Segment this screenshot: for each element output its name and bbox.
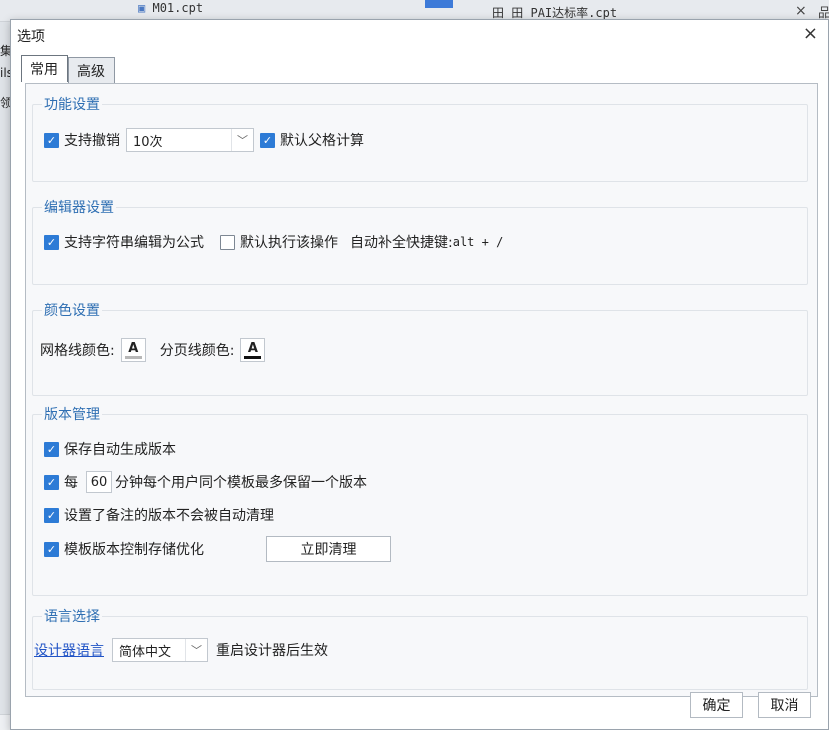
tab-general[interactable]: 常用 [21,55,68,82]
minutes-input[interactable]: 60 [86,471,112,493]
close-icon[interactable]: × [803,23,818,44]
chevron-down-icon: ﹀ [185,639,207,661]
default-execute-label: 默认执行该操作 [240,235,338,251]
designer-language-link[interactable]: 设计器语言 [34,640,104,660]
auto-version-row: ✓ 保存自动生成版本 [44,437,176,461]
page-color-label: 分页线颜色: [159,343,235,359]
language-select-value: 简体中文 [119,644,172,660]
string-as-formula-label: 支持字符串编辑为公式 [64,235,204,251]
storage-opt-label: 模板版本控制存储优化 [64,542,204,558]
language-select[interactable]: 简体中文 ﹀ [112,638,208,662]
cancel-button[interactable]: 取消 [758,692,811,718]
editor-settings-group: 编辑器设置 ✓ 支持字符串编辑为公式 默认执行该操作 自动补全快捷键: alt … [32,197,808,287]
chevron-down-icon: ﹀ [231,129,253,151]
background-file-tab-left[interactable]: ▣ M01.cpt [138,1,203,19]
keep-one-row: ✓ 每 60 分钟每个用户同个模板最多保留一个版本 [44,470,367,494]
keep-one-checkbox[interactable]: ✓ [44,474,59,490]
auto-version-label: 保存自动生成版本 [64,442,176,458]
default-parent-calc-checkbox[interactable]: ✓ [260,132,275,148]
language-group: 语言选择 设计器语言 简体中文 ﹀ 重启设计器后生效 [32,606,808,696]
function-settings-row: ✓ 支持撤销 10次 ﹀ ✓ 默认父格计算 [44,128,364,152]
background-tab-close-icon[interactable]: × [795,3,807,19]
background-app-icon [425,0,453,8]
support-undo-label: 支持撤销 [64,133,120,149]
support-undo-checkbox[interactable]: ✓ [44,132,59,148]
undo-count-value: 10次 [133,134,163,150]
background-file-right-label: PAI达标率.cpt [530,6,618,20]
text-color-icon: A [128,340,139,356]
autocomplete-label: 自动补全快捷键: [350,235,453,251]
restart-hint: 重启设计器后生效 [216,643,328,659]
version-management-group: 版本管理 ✓ 保存自动生成版本 ✓ 每 60 分钟每个用户同个模板最多保留一个版… [32,404,808,596]
general-panel: 功能设置 ✓ 支持撤销 10次 ﹀ ✓ 默认父格计算 编辑器设置 ✓ 支持字符串… [25,83,818,697]
color-settings-title: 颜色设置 [42,300,102,320]
version-management-title: 版本管理 [42,404,102,424]
clean-now-button[interactable]: 立即清理 [266,536,391,562]
grid-icon: 田 田 [492,6,524,20]
options-dialog: 选项 × 常用 高级 功能设置 ✓ 支持撤销 10次 ﹀ ✓ 默认父格计算 编辑… [10,19,829,730]
storage-opt-row: ✓ 模板版本控制存储优化 [44,537,204,561]
grid-color-label: 网格线颜色: [40,343,115,359]
function-settings-title: 功能设置 [42,94,102,114]
page-color-button[interactable]: A [240,338,266,362]
file-icon: ▣ [138,1,146,15]
text-color-icon: A [247,340,258,356]
auto-version-checkbox[interactable]: ✓ [44,441,59,457]
background-file-left-label: M01.cpt [152,1,204,15]
noted-row: ✓ 设置了备注的版本不会被自动清理 [44,503,274,527]
ok-button[interactable]: 确定 [690,692,743,718]
color-settings-group: 颜色设置 网格线颜色: A 分页线颜色: A [32,300,808,396]
noted-not-cleaned-checkbox[interactable]: ✓ [44,507,59,523]
default-parent-calc-label: 默认父格计算 [280,133,364,149]
string-as-formula-checkbox[interactable]: ✓ [44,234,59,250]
noted-not-cleaned-label: 设置了备注的版本不会被自动清理 [64,508,274,524]
grid-color-swatch [124,355,142,359]
language-title: 语言选择 [42,606,102,626]
language-row: 设计器语言 简体中文 ﹀ 重启设计器后生效 [34,638,328,662]
every-label: 每 [64,475,78,491]
default-execute-checkbox[interactable] [220,234,235,250]
storage-opt-checkbox[interactable]: ✓ [44,541,59,557]
editor-settings-title: 编辑器设置 [42,197,116,217]
undo-count-select[interactable]: 10次 ﹀ [126,128,254,152]
keep-one-label: 分钟每个用户同个模板最多保留一个版本 [115,475,367,491]
tab-advanced[interactable]: 高级 [68,57,115,83]
editor-settings-row: ✓ 支持字符串编辑为公式 默认执行该操作 自动补全快捷键: alt + / [44,230,503,254]
page-color-swatch [244,355,262,359]
autocomplete-shortcut: alt + / [452,235,504,249]
dialog-titlebar[interactable]: 选项 × [11,20,828,50]
dialog-title: 选项 [17,29,45,45]
color-settings-row: 网格线颜色: A 分页线颜色: A [40,338,279,362]
grid-color-button[interactable]: A [120,338,146,362]
function-settings-group: 功能设置 ✓ 支持撤销 10次 ﹀ ✓ 默认父格计算 [32,94,808,182]
